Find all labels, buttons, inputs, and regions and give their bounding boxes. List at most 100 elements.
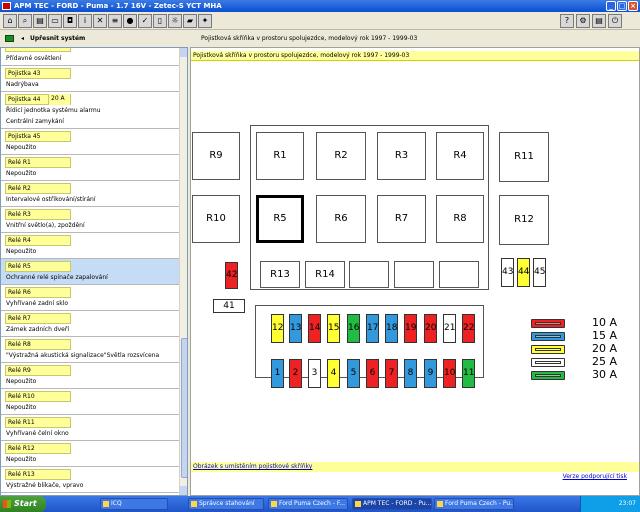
legend-label: 15 A (592, 329, 618, 342)
toolbar-car-icon[interactable]: ◘ (63, 14, 77, 28)
fuse-4[interactable]: 4 (327, 359, 340, 388)
list-item[interactable]: Relé R5 Ochranné relé spínače zapalování (1, 259, 179, 285)
list-item[interactable]: Pojistka 45 Nepoužito (1, 129, 179, 155)
relay-r1[interactable]: R1 (256, 132, 304, 180)
toolbar-help-icon[interactable]: ? (560, 14, 574, 28)
scroll-down-button[interactable] (180, 486, 187, 495)
fuse-43[interactable]: 43 (501, 258, 514, 287)
relay-r7[interactable]: R7 (377, 195, 426, 243)
relay-r10[interactable]: R10 (192, 195, 240, 243)
taskbar-button[interactable]: APM TEC - FORD - Pu... (352, 498, 432, 510)
list-item[interactable]: Přídavné osvětlení (1, 48, 179, 66)
list-item[interactable]: Relé R6 Vyhřívané zadní sklo (1, 285, 179, 311)
fuse-13[interactable]: 13 (289, 314, 302, 343)
fuse-9[interactable]: 9 (424, 359, 437, 388)
print-version-link[interactable]: Verze podporující tisk (562, 472, 627, 482)
task-label: ICQ (111, 500, 122, 507)
fuse-22[interactable]: 22 (462, 314, 475, 343)
start-button[interactable]: Start (0, 496, 46, 512)
toolbar-print2-icon[interactable]: ▤ (592, 14, 606, 28)
relay-r4[interactable]: R4 (436, 132, 484, 180)
toolbar-doc-icon[interactable]: ▯ (153, 14, 167, 28)
fuse-3[interactable]: 3 (308, 359, 321, 388)
fuse-1[interactable]: 1 (271, 359, 284, 388)
taskbar-button[interactable]: Ford Puma Czech - Pu... (434, 498, 514, 510)
fuse-12[interactable]: 12 (271, 314, 284, 343)
scroll-thumb[interactable] (181, 338, 187, 478)
relay-r14[interactable]: R14 (305, 261, 345, 288)
toolbar-search-icon[interactable]: ⌕ (18, 14, 32, 28)
item-label: Relé R3 (5, 209, 71, 220)
taskbar-button[interactable]: ICQ (100, 498, 168, 510)
taskbar-button[interactable]: Správce stahování (188, 498, 264, 510)
relay-r11[interactable]: R11 (499, 132, 549, 182)
fuse-7[interactable]: 7 (385, 359, 398, 388)
list-item[interactable]: Relé R13 Výstražné blikače, vpravo (1, 467, 179, 493)
minimize-button[interactable]: _ (606, 1, 616, 11)
maximize-button[interactable]: □ (617, 1, 627, 11)
list-item[interactable]: Relé R11 Vyhřívané čelní okno (1, 415, 179, 441)
list-item[interactable]: Relé R9 Nepoužito (1, 363, 179, 389)
toolbar-wiring-icon[interactable]: ≡ (108, 14, 122, 28)
toolbar-star-icon[interactable]: ☼ (168, 14, 182, 28)
toolbar-info-icon[interactable]: i (78, 14, 92, 28)
list-item[interactable]: Pojistka 43 Nadrýbava (1, 66, 179, 92)
scroll-up-button[interactable] (180, 48, 187, 57)
fuse-6[interactable]: 6 (366, 359, 379, 388)
fuse-18[interactable]: 18 (385, 314, 398, 343)
back-link[interactable]: Upřesnit systém (30, 31, 85, 46)
fuse-20[interactable]: 20 (424, 314, 437, 343)
toolbar-settings-icon[interactable]: ⚙ (576, 14, 590, 28)
windows-logo-icon (3, 500, 11, 508)
toolbar-tool-icon[interactable]: ✕ (93, 14, 107, 28)
list-item[interactable]: Relé R7 Zámek zadních dveří (1, 311, 179, 337)
fuse-44[interactable]: 44 (517, 258, 530, 287)
list-item[interactable]: Relé R8 "Výstražná akustická signalizace"… (1, 337, 179, 363)
toolbar-stop-icon[interactable]: ● (123, 14, 137, 28)
toolbar-exit-icon[interactable]: ⏻ (608, 14, 622, 28)
toolbar: ⌂ ⌕ ▤ ▭ ◘ i ✕ ≡ ● ✓ ▯ ☼ ▰ ✦ ? ⚙ ▤ ⏻ (0, 12, 640, 30)
fuse-10[interactable]: 10 (443, 359, 456, 388)
toolbar-flag-icon[interactable]: ▰ (183, 14, 197, 28)
relay-r13[interactable]: R13 (260, 261, 300, 288)
relay-r5[interactable]: R5 (256, 195, 304, 243)
list-item[interactable]: Relé R12 Nepoužito (1, 441, 179, 467)
fuse-16[interactable]: 16 (347, 314, 360, 343)
relay-r2[interactable]: R2 (316, 132, 366, 180)
list-item[interactable]: Relé R10 Nepoužito (1, 389, 179, 415)
fuse-8[interactable]: 8 (404, 359, 417, 388)
fuse-21[interactable]: 21 (443, 314, 456, 343)
relay-r12[interactable]: R12 (499, 195, 549, 245)
fuse-45[interactable]: 45 (533, 258, 546, 287)
list-item[interactable]: Relé R4 Nepoužito (1, 233, 179, 259)
fuse-11[interactable]: 11 (462, 359, 475, 388)
fuse-15[interactable]: 15 (327, 314, 340, 343)
back-arrow-icon[interactable]: ◂ (21, 31, 24, 46)
fuse-41[interactable]: 41 (213, 299, 245, 313)
list-item[interactable]: Relé R2 Intervalové ostřikování/stírání (1, 181, 179, 207)
system-tray: 23:07 (580, 496, 640, 512)
fuse-42[interactable]: 42 (225, 262, 238, 289)
list-item[interactable]: Pojistka 44 20 A Řídicí jednotka systému a… (1, 92, 179, 129)
legend-chip-5 (531, 371, 565, 380)
sidebar-scrollbar[interactable] (179, 48, 187, 495)
list-item[interactable]: Relé R1 Nepoužito (1, 155, 179, 181)
taskbar-button[interactable]: Ford Puma Czech - F... (268, 498, 348, 510)
toolbar-gear-icon[interactable]: ✦ (198, 14, 212, 28)
toolbar-print-icon[interactable]: ▤ (33, 14, 47, 28)
close-button[interactable]: × (628, 1, 638, 11)
toolbar-check-icon[interactable]: ✓ (138, 14, 152, 28)
fusebox-location-link[interactable]: Obrázek s umístěním pojistkové skříňky (193, 462, 312, 472)
relay-r6[interactable]: R6 (316, 195, 366, 243)
relay-r8[interactable]: R8 (436, 195, 484, 243)
relay-r9[interactable]: R9 (192, 132, 240, 180)
relay-r3[interactable]: R3 (377, 132, 426, 180)
toolbar-folder-icon[interactable]: ▭ (48, 14, 62, 28)
fuse-17[interactable]: 17 (366, 314, 379, 343)
toolbar-home-icon[interactable]: ⌂ (3, 14, 17, 28)
fuse-19[interactable]: 19 (404, 314, 417, 343)
fuse-14[interactable]: 14 (308, 314, 321, 343)
fuse-5[interactable]: 5 (347, 359, 360, 388)
list-item[interactable]: Relé R3 Vnitřní světlo(a), zpoždění (1, 207, 179, 233)
fuse-2[interactable]: 2 (289, 359, 302, 388)
